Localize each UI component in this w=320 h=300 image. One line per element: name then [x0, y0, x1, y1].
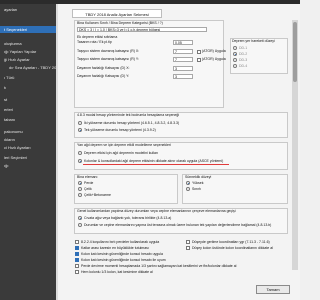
sidebar-item[interactable]: tı — [0, 84, 56, 91]
sidebar-item[interactable]: ayarları — [0, 6, 56, 13]
sidebar-item-selected[interactable]: t Seçenekleri — [0, 26, 56, 33]
check-1-right[interactable] — [186, 240, 190, 244]
group-title: Bina Kullanım Sınıfı / Bina Deprem Kateg… — [77, 21, 163, 25]
check-label: Perde devirme momenti hesaplamada 1/3 şa… — [81, 263, 237, 268]
check-label: Hem kolonlu 1/3 kolon, kat kesimine dikk… — [81, 269, 153, 274]
sidebar-item[interactable]: ığı Yapılan Yapılar — [0, 48, 56, 55]
check-6[interactable] — [75, 270, 79, 274]
dd3-radio[interactable] — [233, 58, 237, 62]
radio-label: Tek yükseme durumlu hesap yöntemi (4.3.9… — [84, 127, 156, 132]
radio-label: DD-4 — [239, 63, 248, 68]
highlight-underline — [83, 164, 229, 165]
radio-label: Cıvata ağız veya bağlantı yok, tolerans … — [84, 215, 172, 220]
check-label: Düşeyde gerilme koordinatları ygr (7.11.… — [192, 239, 270, 244]
sidebar-item[interactable]: leri Seçimleri — [0, 154, 56, 161]
group-title: Deprem yer hareketi düzeyi — [232, 39, 275, 43]
value-input[interactable]: 0.05 — [173, 40, 193, 45]
radio-label: Çelik — [84, 186, 92, 191]
soil-opt1-radio[interactable] — [78, 151, 82, 155]
group-title: Genel kullanımlardan yapılma düzey durum… — [77, 209, 236, 213]
sidebar-item[interactable]: pakonumu — [0, 128, 56, 135]
r-x-input[interactable]: 7 — [173, 49, 193, 54]
radio-label: Durumlar ve ceplne elemanlarını yapma üs… — [84, 222, 272, 227]
radio-label: İki yükseme durumlu hesap yöntemi (4.6.5… — [84, 120, 180, 125]
row-label: Dayanım fazlalığı Katsayısı (D) Y: — [77, 74, 130, 78]
check-3[interactable] — [75, 252, 79, 256]
calc-opt2-radio[interactable] — [78, 128, 82, 132]
sidebar-item[interactable]: ı Türü — [0, 74, 56, 81]
sidebar: ayarları t Seçenekleri oluşturma ığı Yap… — [0, 4, 56, 300]
row-label: Taşıyıcı sistem davranış katsayısı (R) X… — [77, 49, 140, 53]
check-2-right[interactable] — [186, 246, 190, 250]
sidebar-item[interactable]: oluşturma — [0, 40, 56, 47]
check-label: Kolon katı kesinin güvenliğinde konsol h… — [81, 257, 166, 262]
yuksek-radio[interactable] — [186, 181, 190, 185]
atgr-label: (ATGR) Uygula — [202, 49, 226, 53]
d-x-input[interactable]: 3 — [173, 66, 193, 71]
sidebar-item[interactable]: tabanı — [0, 116, 56, 123]
row-label: Tasarım rota / Ek pl.tip — [77, 40, 112, 44]
atgr-y-checkbox[interactable] — [197, 57, 201, 62]
sidebar-item[interactable]: ığı — [0, 162, 56, 169]
row-label: Dayanım fazlalığı Katsayısı (D) X: — [77, 66, 130, 70]
radio-label: DD-2 — [239, 51, 248, 56]
d-y-input[interactable]: 3 — [173, 74, 193, 79]
radio-label: Yüksek — [192, 180, 204, 185]
atgr-x-checkbox[interactable] — [197, 49, 201, 54]
general-opt2-radio[interactable] — [78, 223, 82, 227]
atgr-label: (ATGR) Uygula — [202, 57, 226, 61]
group-title: Yan ağıl deprem ve için deprem etkili mo… — [77, 143, 171, 147]
sidebar-item[interactable]: ci Hızlı Ayarları — [0, 144, 56, 151]
general-opt1-radio[interactable] — [78, 216, 82, 220]
celik-betonarme-radio[interactable] — [78, 193, 82, 197]
sidebar-item[interactable]: ği Hızlı Ayarlar — [0, 56, 56, 63]
group-title: 4.8.3 modal hesap yönteminde tek bodruml… — [77, 113, 180, 117]
celik-radio[interactable] — [78, 187, 82, 191]
group-title: Bina elemanı — [77, 175, 98, 179]
dd2-radio[interactable] — [233, 52, 237, 56]
building-category-group — [74, 20, 224, 108]
calc-opt1-radio[interactable] — [78, 121, 82, 125]
scrollbar-thumb[interactable] — [293, 22, 297, 82]
radio-label: Sınırlı — [192, 186, 202, 191]
r-y-input[interactable]: 7 — [173, 57, 193, 62]
check-5[interactable] — [75, 264, 79, 268]
check-4[interactable] — [75, 258, 79, 262]
check-2[interactable] — [75, 246, 79, 250]
perde-radio[interactable] — [78, 181, 82, 185]
sinirli-radio[interactable] — [186, 187, 190, 191]
category-combo[interactable]: DKS = 3 / I = 1.0 / BKS=3 ve I=1 o.h.dep… — [77, 27, 207, 32]
check-1[interactable] — [75, 240, 79, 244]
settings-tab[interactable]: TBDY 2018 Analiz Ayarları Sekmesi — [72, 9, 162, 18]
radio-label: Çelik+Betonarme — [84, 192, 111, 197]
sidebar-item[interactable]: dır Sıra Ayarları - TBDY 2018 — [0, 64, 56, 71]
check-label: Düşey kolon üstünde kolon koordinatların… — [192, 245, 273, 250]
sidebar-item[interactable]: erleri — [0, 106, 56, 113]
dd4-radio[interactable] — [233, 64, 237, 68]
radio-label: Deprem etkisi için ağıl depremin modelin… — [84, 150, 158, 155]
check-label: Katlar arası karesin en büyüklükte tutul… — [81, 245, 149, 250]
dd1-radio[interactable] — [233, 46, 237, 50]
check-label: Kolon katı kesinin güvenliğinde konsol h… — [81, 251, 163, 256]
radio-label: Kolonlar & konsollardaki ağıl deprem etk… — [84, 158, 224, 163]
check-label: 8.2.2.4 koşullarını bırlı perdeler kulla… — [81, 239, 160, 244]
group-title: Sünneklik düzeyi — [185, 175, 212, 179]
radio-label: DD-1 — [239, 45, 248, 50]
radio-label: DD-3 — [239, 57, 248, 62]
sidebar-item[interactable]: ıkların — [0, 136, 56, 143]
row-label: Taşıyıcı sistem davranış katsayısı (R) Y… — [77, 57, 139, 61]
sidebar-item[interactable]: st — [0, 96, 56, 103]
radio-label: Perde — [84, 180, 94, 185]
ok-button[interactable]: Tamam — [256, 285, 290, 294]
soil-opt2-radio[interactable] — [78, 159, 82, 163]
